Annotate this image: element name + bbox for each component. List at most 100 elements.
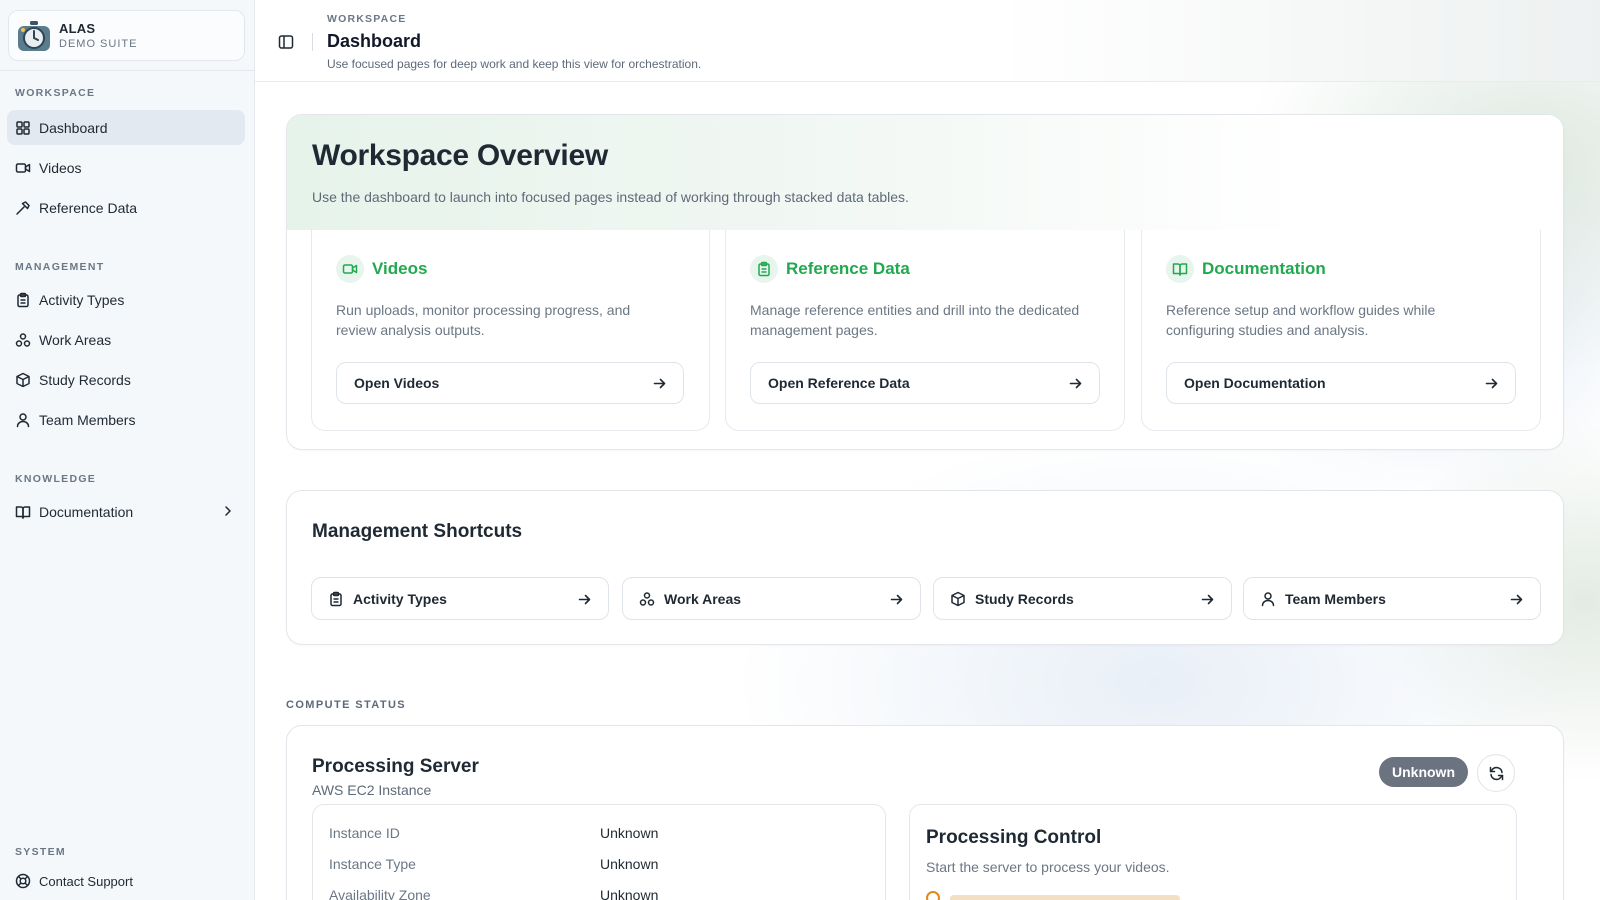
feature-title: Documentation [1202,259,1326,278]
sidebar-item-label: Activity Types [39,291,125,308]
info-label-availability-zone: Availability Zone [329,887,431,900]
sidebar-item-label: Contact Support [39,873,133,889]
brand-name: ALAS [59,21,96,36]
open-reference-data-button[interactable]: Open Reference Data [750,362,1100,404]
sidebar-item-label: Reference Data [39,199,138,216]
sidebar-item-label: Videos [39,159,82,176]
info-value-instance-id: Unknown [600,825,659,841]
hammer-icon [15,200,31,216]
book-icon [1166,255,1194,283]
sidebar-item-label: Team Members [39,411,136,428]
feature-description: Reference setup and workflow guides whil… [1166,302,1436,338]
button-label: Open Reference Data [768,375,910,391]
top-bar: WORKSPACE Dashboard Use focused pages fo… [255,0,1600,82]
processing-control-panel: Processing Control Start the server to p… [909,804,1517,900]
feature-card-documentation: Documentation Reference setup and workfl… [1141,230,1541,431]
warning-message [950,895,1180,900]
warning-icon [926,891,940,900]
control-subtitle: Start the server to process your videos. [926,859,1170,875]
refresh-icon [1488,765,1505,782]
feature-title: Videos [372,259,428,278]
user-icon [15,412,31,428]
breadcrumb: WORKSPACE [327,13,407,25]
chevron-right-icon [221,504,235,518]
sidebar-item-contact-support[interactable]: Contact Support [7,865,245,897]
control-title: Processing Control [926,827,1102,848]
clipboard-icon [15,292,31,308]
package-icon [15,372,31,388]
brand[interactable]: ALAS DEMO SUITE [8,10,245,61]
book-icon [15,504,31,520]
instance-info-table: Instance ID Unknown Instance Type Unknow… [312,804,886,900]
feature-card-videos: Videos Run uploads, monitor processing p… [311,230,710,431]
package-icon [950,591,966,607]
overview-subtitle: Use the dashboard to launch into focused… [312,189,909,205]
workflow-icon [639,591,655,607]
sidebar-item-study-records[interactable]: Study Records [7,362,245,397]
lifebuoy-icon [15,873,31,889]
shortcut-label: Work Areas [664,590,742,607]
shortcut-activity-types[interactable]: Activity Types [311,577,609,620]
open-videos-button[interactable]: Open Videos [336,362,684,404]
shortcut-label: Activity Types [353,590,447,607]
arrow-right-icon [1068,376,1083,391]
sidebar-item-team-members[interactable]: Team Members [7,402,245,437]
arrow-right-icon [889,592,904,607]
sidebar-divider [0,70,255,71]
shortcut-work-areas[interactable]: Work Areas [622,577,921,620]
grid-icon [15,120,31,136]
arrow-right-icon [1484,376,1499,391]
sidebar-toggle-icon[interactable] [277,33,295,51]
video-icon [336,255,364,283]
button-label: Open Documentation [1184,375,1326,391]
shortcut-label: Team Members [1285,590,1386,607]
open-documentation-button[interactable]: Open Documentation [1166,362,1516,404]
workflow-icon [15,332,31,348]
sidebar-item-work-areas[interactable]: Work Areas [7,322,245,357]
workspace-overview-card: Workspace Overview Use the dashboard to … [286,114,1564,450]
brand-subtitle: DEMO SUITE [59,38,138,50]
sidebar-item-videos[interactable]: Videos [7,150,245,185]
section-label-knowledge: KNOWLEDGE [15,473,97,485]
video-icon [15,160,31,176]
shortcut-study-records[interactable]: Study Records [933,577,1232,620]
compute-status-label: COMPUTE STATUS [286,699,407,711]
section-label-workspace: WORKSPACE [15,87,96,99]
overview-title: Workspace Overview [312,139,608,172]
sidebar-item-documentation[interactable]: Documentation [7,494,245,529]
refresh-button[interactable] [1477,754,1515,792]
info-label-instance-type: Instance Type [329,856,416,872]
section-label-management: MANAGEMENT [15,261,105,273]
sidebar-item-reference-data[interactable]: Reference Data [7,190,245,225]
arrow-right-icon [577,592,592,607]
feature-description: Manage reference entities and drill into… [750,302,1080,338]
info-value-instance-type: Unknown [600,856,659,872]
page-subtitle: Use focused pages for deep work and keep… [327,57,702,71]
shortcuts-title: Management Shortcuts [312,521,523,542]
feature-card-reference-data: Reference Data Manage reference entities… [725,230,1125,431]
sidebar: ALAS DEMO SUITE WORKSPACE Dashboard Vide… [0,0,255,900]
stopwatch-logo-icon [17,19,51,53]
header-divider [312,33,313,51]
info-value-availability-zone: Unknown [600,887,659,900]
overview-header: Workspace Overview Use the dashboard to … [287,115,1563,230]
sidebar-item-activity-types[interactable]: Activity Types [7,282,245,317]
main-content: Workspace Overview Use the dashboard to … [255,82,1600,900]
arrow-right-icon [652,376,667,391]
page-title: Dashboard [327,31,422,51]
shortcut-team-members[interactable]: Team Members [1243,577,1541,620]
sidebar-item-label: Documentation [39,503,134,520]
server-subtitle: AWS EC2 Instance [312,782,432,798]
arrow-right-icon [1200,592,1215,607]
clipboard-icon [328,591,344,607]
user-icon [1260,591,1276,607]
management-shortcuts-card: Management Shortcuts Activity Types Work… [286,490,1564,645]
section-label-system: SYSTEM [15,846,66,858]
feature-title: Reference Data [786,259,910,278]
sidebar-item-dashboard[interactable]: Dashboard [7,110,245,145]
server-title: Processing Server [312,756,479,777]
sidebar-item-label: Work Areas [39,331,112,348]
status-badge: Unknown [1379,757,1468,787]
processing-server-card: Processing Server AWS EC2 Instance Unkno… [286,725,1564,900]
button-label: Open Videos [354,375,440,391]
